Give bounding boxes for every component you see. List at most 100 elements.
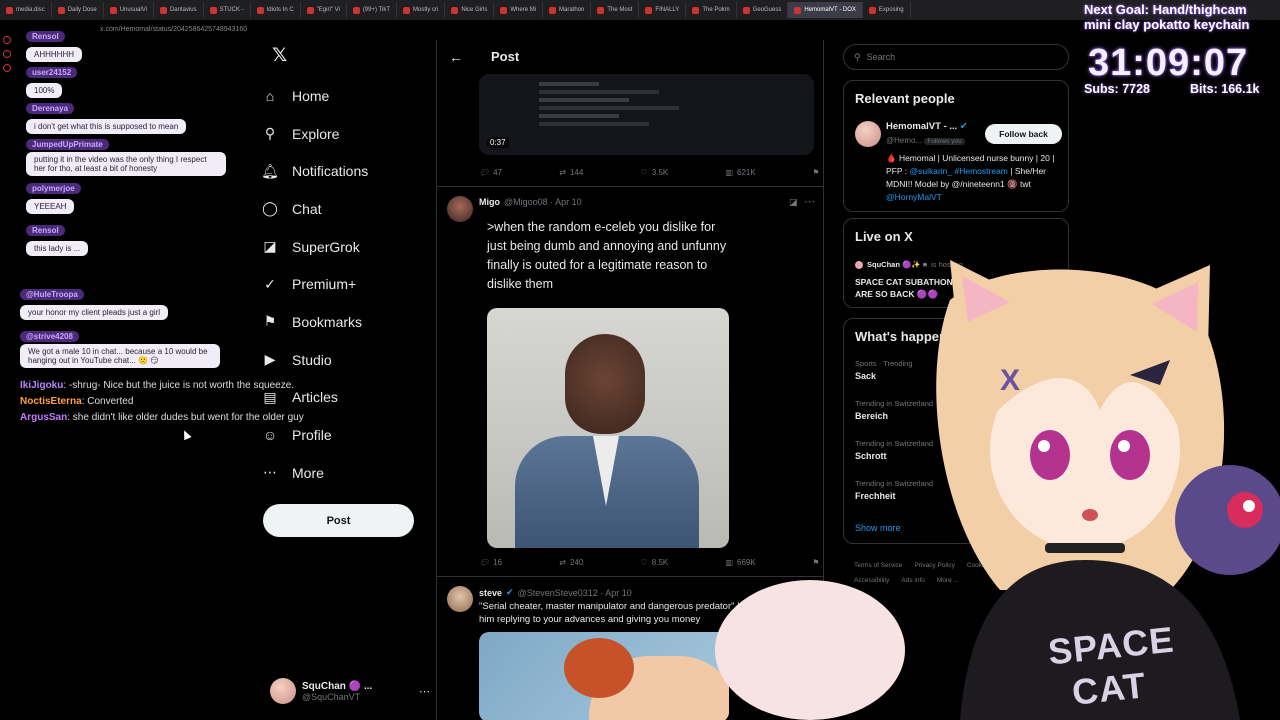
chat-message: @strive4208 We got a male 10 in chat... b… <box>20 326 220 368</box>
browser-tab[interactable]: STUCK - <box>204 2 251 18</box>
favicon-icon <box>645 6 653 14</box>
browser-tab[interactable]: UnusualVi <box>104 2 154 18</box>
heart-icon: ♡ <box>640 558 648 567</box>
nav-label: SuperGrok <box>292 238 360 255</box>
chat-username: Derenaya <box>26 103 75 114</box>
tab-label: Marathon <box>559 7 585 13</box>
grok-icon[interactable]: ◪ <box>789 197 798 208</box>
articles-icon: ▤ <box>263 388 277 405</box>
search-input[interactable]: ⚲ Search <box>843 44 1069 70</box>
chat-message: user24152 100% <box>26 62 78 98</box>
x-logo-icon[interactable]: 𝕏 <box>272 46 290 65</box>
repost-button[interactable]: ⇄ 240 <box>559 558 583 567</box>
browser-tab[interactable]: Daily Dose <box>52 2 104 18</box>
avatar-mouth <box>1082 509 1098 521</box>
author-handle-date: @StevenSteve0312 · Apr 10 <box>517 587 632 598</box>
chat-icon: ◯ <box>262 200 278 217</box>
browser-tab[interactable]: Marathon <box>543 2 592 18</box>
person-name[interactable]: HemomalVT - ... ✔ <box>886 121 968 132</box>
browser-tab[interactable]: Dantavius <box>154 2 204 18</box>
chat-message: Rensol this lady is ... <box>26 220 89 256</box>
tweet-image[interactable] <box>487 308 729 548</box>
chat-message: Derenaya i don't get what this is suppose… <box>26 98 187 134</box>
tab-label: Where Mi <box>510 7 537 13</box>
views-count: ▥ 621K <box>725 168 756 177</box>
author-name[interactable]: steve <box>479 588 502 598</box>
bits-count: Bits: 166.1k <box>1190 82 1260 96</box>
bookmark-icon: ⚑ <box>263 313 277 330</box>
favicon-icon <box>209 6 217 14</box>
more-dots-icon[interactable]: ⋯ <box>419 685 430 698</box>
nav-item-explore[interactable]: ⚲ Explore <box>262 115 437 153</box>
nav-item-supergrok[interactable]: ◪ SuperGrok <box>262 228 437 266</box>
tab-label: (99+) TikT <box>362 7 390 13</box>
like-button[interactable]: ♡ 8.5K <box>641 558 669 567</box>
tweet-header: steve ✔ @StevenSteve0312 · Apr 10 <box>479 587 632 598</box>
favicon-icon <box>868 6 876 14</box>
record-icon <box>3 64 11 72</box>
reply-button[interactable]: 💬︎ 47 <box>479 168 502 177</box>
browser-tab[interactable]: The Most <box>591 2 640 18</box>
vtuber-avatar: X <box>715 260 1280 720</box>
browser-tab[interactable]: "Egirl" Vi <box>301 2 347 18</box>
like-button[interactable]: ♡ 3.5K <box>641 168 669 177</box>
browser-tab[interactable]: media.disc <box>0 2 52 18</box>
record-icon <box>3 50 11 58</box>
account-switcher[interactable]: SquChan 🟣 ... @SquChanVT ⋯ <box>270 676 430 706</box>
chat-text: We got a male 10 in chat... because a 10… <box>20 344 220 368</box>
more-circle-icon: ⋯ <box>263 464 277 481</box>
nav-label: Bookmarks <box>292 313 363 330</box>
tab-label: Mostly cri <box>413 7 439 13</box>
nav-item-bookmarks[interactable]: ⚑ Bookmarks <box>262 303 437 341</box>
tab-label: GeoGuess <box>752 7 782 13</box>
browser-tab[interactable]: Exposing <box>863 2 911 18</box>
tab-label: "Egirl" Vi <box>316 7 340 13</box>
browser-tab[interactable]: (99+) TikT <box>347 2 397 18</box>
bookmark-button[interactable]: ⚑ <box>813 168 819 177</box>
avatar[interactable] <box>447 196 473 222</box>
search-icon: ⚲ <box>854 51 861 62</box>
favicon-icon <box>57 6 65 14</box>
nav-item-more[interactable]: ⋯ More <box>262 454 437 492</box>
tab-label: UnusualVi <box>119 7 147 13</box>
post-button[interactable]: Post <box>263 504 414 537</box>
video-player[interactable]: 0:37 <box>479 74 814 155</box>
favicon-icon <box>256 6 264 14</box>
studio-icon: ▶ <box>264 351 276 368</box>
repost-icon: ⇄ <box>559 558 566 567</box>
nav-item-notifications[interactable]: 🔔︎ Notifications <box>261 152 437 190</box>
subathon-timer: 31:09:07 <box>1088 42 1249 84</box>
search-icon: ⚲ <box>264 125 276 142</box>
follow-back-button[interactable]: Follow back <box>985 124 1062 144</box>
browser-tab[interactable]: Mostly cri <box>397 2 446 18</box>
browser-tab[interactable]: Idiots In C <box>251 2 301 18</box>
nav-item-home[interactable]: ⌂ Home <box>262 77 437 115</box>
avatar[interactable] <box>855 121 881 147</box>
back-arrow-icon[interactable]: ← <box>449 49 463 65</box>
author-name[interactable]: Migo <box>479 197 500 207</box>
tweet-header: Migo @Migoo08 · Apr 10 <box>479 197 582 207</box>
browser-tab[interactable]: Where Mi <box>494 2 544 18</box>
avatar[interactable] <box>447 586 473 612</box>
nav-item-articles[interactable]: ▤ Articles <box>262 379 437 417</box>
favicon-icon <box>692 6 700 14</box>
chat-text: : Converted <box>81 396 134 407</box>
nav-label: More <box>292 464 324 481</box>
browser-tab[interactable]: Nice Girls <box>445 2 495 18</box>
chat-username: @HuleTroopa <box>20 289 84 300</box>
tweet-image[interactable] <box>479 632 729 720</box>
nav-item-studio[interactable]: ▶ Studio <box>262 341 437 379</box>
chat-username: JumpedUpPrimate <box>26 139 109 150</box>
nav-item-profile[interactable]: ☺ Profile <box>262 416 437 454</box>
more-dots-icon[interactable]: ⋯ <box>804 195 815 208</box>
browser-tab[interactable]: GeoGuess <box>737 2 789 18</box>
nav-item-premium[interactable]: ✓ Premium+ <box>262 265 437 303</box>
search-placeholder: Search <box>866 52 896 62</box>
browser-tab[interactable]: HemomalVT - DOX <box>788 2 863 18</box>
nav-item-chat[interactable]: ◯ Chat <box>262 190 437 228</box>
tab-label: FINALLY <box>655 7 680 13</box>
browser-tab[interactable]: FINALLY <box>639 2 687 18</box>
browser-tab[interactable]: The Pokm <box>686 2 737 18</box>
repost-button[interactable]: ⇄ 144 <box>559 168 583 177</box>
reply-button[interactable]: 💬︎ 16 <box>479 558 502 567</box>
